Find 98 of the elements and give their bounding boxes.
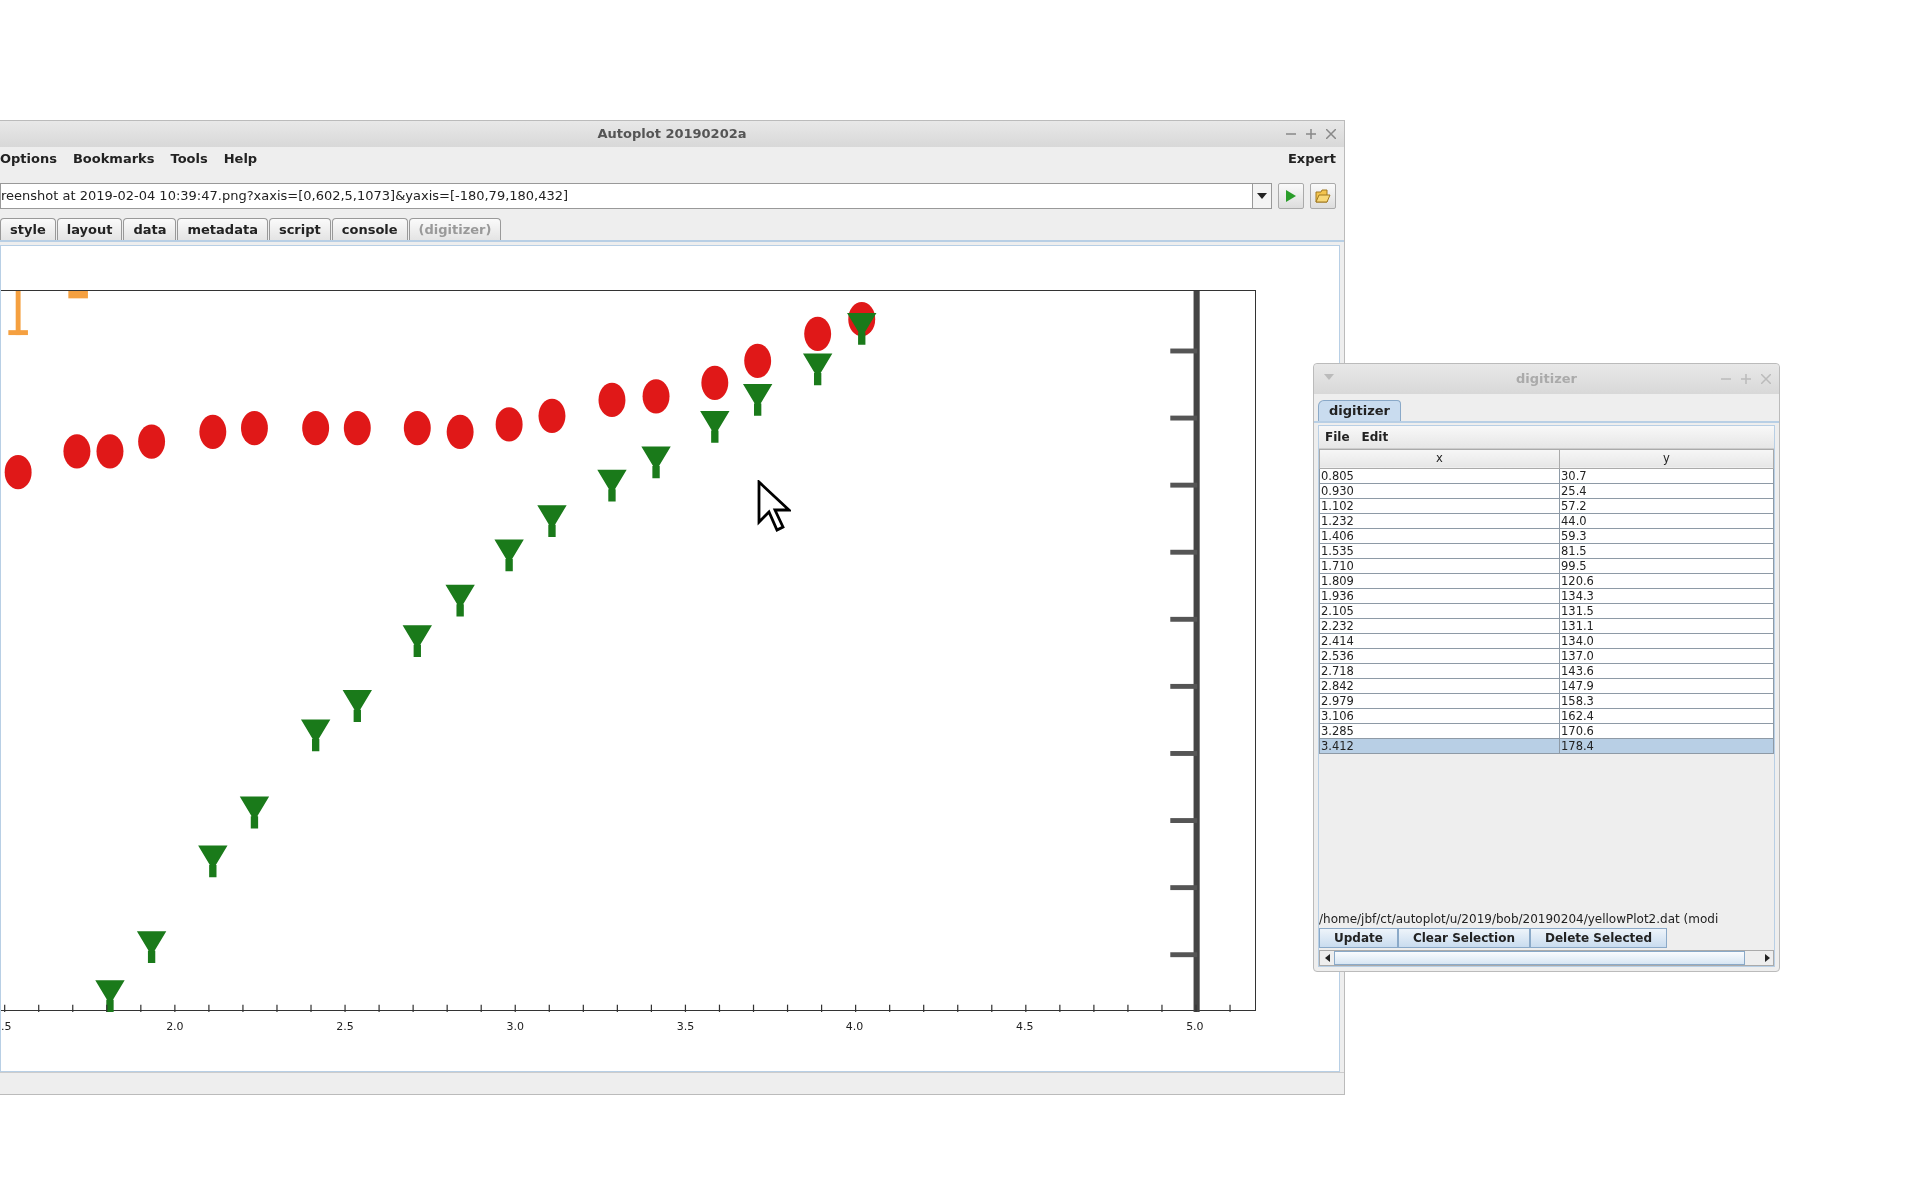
- axis-label: 2.5: [336, 1019, 354, 1035]
- dot-marker: [598, 382, 626, 418]
- table-row[interactable]: 3.106 162.4: [1319, 708, 1774, 723]
- dropdown-icon: [1324, 374, 1334, 380]
- dot-marker: [302, 410, 330, 446]
- triangle-marker: [198, 845, 228, 878]
- window-title: Autoplot 20190202a: [597, 125, 747, 144]
- triangle-marker: [445, 584, 475, 617]
- triangle-marker: [95, 980, 125, 1012]
- dot-marker: [4, 455, 32, 490]
- dot-marker: [642, 379, 670, 414]
- dot-marker: [241, 410, 268, 446]
- column-header[interactable]: y: [1559, 449, 1774, 468]
- triangle-marker: [700, 410, 730, 443]
- triangle-marker: [641, 446, 671, 479]
- menu-item[interactable]: Edit: [1361, 427, 1389, 446]
- tab[interactable]: console: [331, 217, 408, 240]
- close-icon[interactable]: [1761, 374, 1771, 384]
- table-row[interactable]: 1.406 59.3: [1319, 528, 1774, 543]
- table-row[interactable]: 1.232 44.0: [1319, 513, 1774, 528]
- dot-marker: [701, 365, 729, 400]
- file-path: /home/jbf/ct/autoplot/u/2019/bob/20190204/yellowPlot2.dat (modi: [1319, 911, 1720, 928]
- triangle-marker: [803, 353, 833, 386]
- window-title: digitizer: [1516, 370, 1577, 389]
- dot-marker: [446, 414, 474, 449]
- menu-item[interactable]: Options: [0, 149, 57, 169]
- close-icon[interactable]: [1326, 129, 1336, 139]
- triangle-marker: [494, 539, 524, 572]
- table-row[interactable]: 1.936 134.3: [1319, 588, 1774, 603]
- triangle-marker: [597, 469, 627, 502]
- table-row[interactable]: 2.105 131.5: [1319, 603, 1774, 618]
- triangle-marker: [402, 625, 432, 657]
- axis-label: .5: [1, 1019, 12, 1035]
- open-folder-button[interactable]: [1310, 182, 1336, 209]
- triangle-marker: [537, 505, 567, 538]
- dot-marker: [804, 316, 832, 351]
- dot-marker: [138, 424, 166, 459]
- maximize-icon[interactable]: [1306, 129, 1316, 139]
- play-button[interactable]: [1278, 182, 1304, 209]
- horizontal-scrollbar[interactable]: [1319, 950, 1774, 966]
- triangle-marker: [847, 313, 877, 345]
- dot-marker: [403, 410, 431, 446]
- table-row[interactable]: 2.414 134.0: [1319, 633, 1774, 648]
- axis-label: 4.5: [1015, 1019, 1034, 1035]
- button[interactable]: Clear Selection: [1397, 928, 1530, 948]
- folder-icon: [1315, 188, 1331, 203]
- table-row[interactable]: 2.232 131.1: [1319, 618, 1774, 633]
- dropdown-icon: [1257, 192, 1267, 199]
- axis-label: 3.5: [676, 1019, 695, 1035]
- table-row[interactable]: 2.718 143.6: [1319, 663, 1774, 678]
- axis-label: 3.0: [506, 1019, 525, 1035]
- dot-marker: [199, 414, 227, 449]
- tab[interactable]: data: [123, 217, 177, 240]
- tab[interactable]: layout: [56, 217, 123, 240]
- dot-marker: [343, 410, 371, 446]
- triangle-marker: [239, 796, 270, 829]
- tab[interactable]: metadata: [177, 217, 268, 240]
- triangle-marker: [743, 384, 773, 416]
- button[interactable]: Update: [1319, 928, 1398, 948]
- triangle-marker: [342, 690, 372, 722]
- menu-item[interactable]: Tools: [170, 149, 208, 169]
- tab[interactable]: script: [268, 217, 331, 240]
- scroll-left-icon[interactable]: [1324, 954, 1330, 962]
- dot-marker: [744, 343, 772, 378]
- table-row[interactable]: 2.842 147.9: [1319, 678, 1774, 693]
- table-row[interactable]: 3.285 170.6: [1319, 723, 1774, 738]
- table-row[interactable]: 1.535 81.5: [1319, 543, 1774, 558]
- dot-marker: [495, 407, 523, 442]
- table-row[interactable]: 1.809 120.6: [1319, 573, 1774, 588]
- tab[interactable]: digitizer: [1318, 400, 1401, 421]
- column-header[interactable]: x: [1319, 449, 1560, 468]
- mouse-cursor-icon: [757, 480, 791, 532]
- scroll-right-icon[interactable]: [1765, 954, 1770, 962]
- table-row[interactable]: 1.710 99.5: [1319, 558, 1774, 573]
- menu-item[interactable]: Help: [223, 149, 258, 169]
- dropdown-button[interactable]: [1252, 182, 1272, 209]
- table-row[interactable]: 0.930 25.4: [1319, 483, 1774, 498]
- dot-marker: [63, 434, 91, 469]
- axis-label: 5.0: [1186, 1019, 1204, 1035]
- triangle-marker: [301, 719, 331, 752]
- address-field[interactable]: reenshot at 2019-02-04 10:39:47.png?xaxis=[0,602,5,1073]&yaxis=[-180,79,180,432]: [0, 182, 1252, 209]
- menu-item[interactable]: File: [1325, 427, 1350, 446]
- button[interactable]: Delete Selected: [1529, 928, 1667, 948]
- table-row[interactable]: 2.979 158.3: [1319, 693, 1774, 708]
- table-row[interactable]: 2.536 137.0: [1319, 648, 1774, 663]
- table-row[interactable]: 3.412 178.4: [1319, 738, 1774, 753]
- table-row[interactable]: 1.102 57.2: [1319, 498, 1774, 513]
- triangle-marker: [136, 931, 167, 964]
- expert-menu[interactable]: Expert: [1288, 149, 1336, 169]
- axis-label: 4.0: [845, 1019, 864, 1035]
- dot-marker: [96, 434, 124, 469]
- maximize-icon[interactable]: [1741, 374, 1751, 384]
- play-icon: [1285, 189, 1297, 202]
- dot-marker: [538, 398, 566, 433]
- axis-label: 2.0: [166, 1019, 184, 1035]
- menu-item[interactable]: Bookmarks: [72, 149, 155, 169]
- tab[interactable]: style: [0, 217, 56, 240]
- table-row[interactable]: 0.805 30.7: [1319, 468, 1774, 483]
